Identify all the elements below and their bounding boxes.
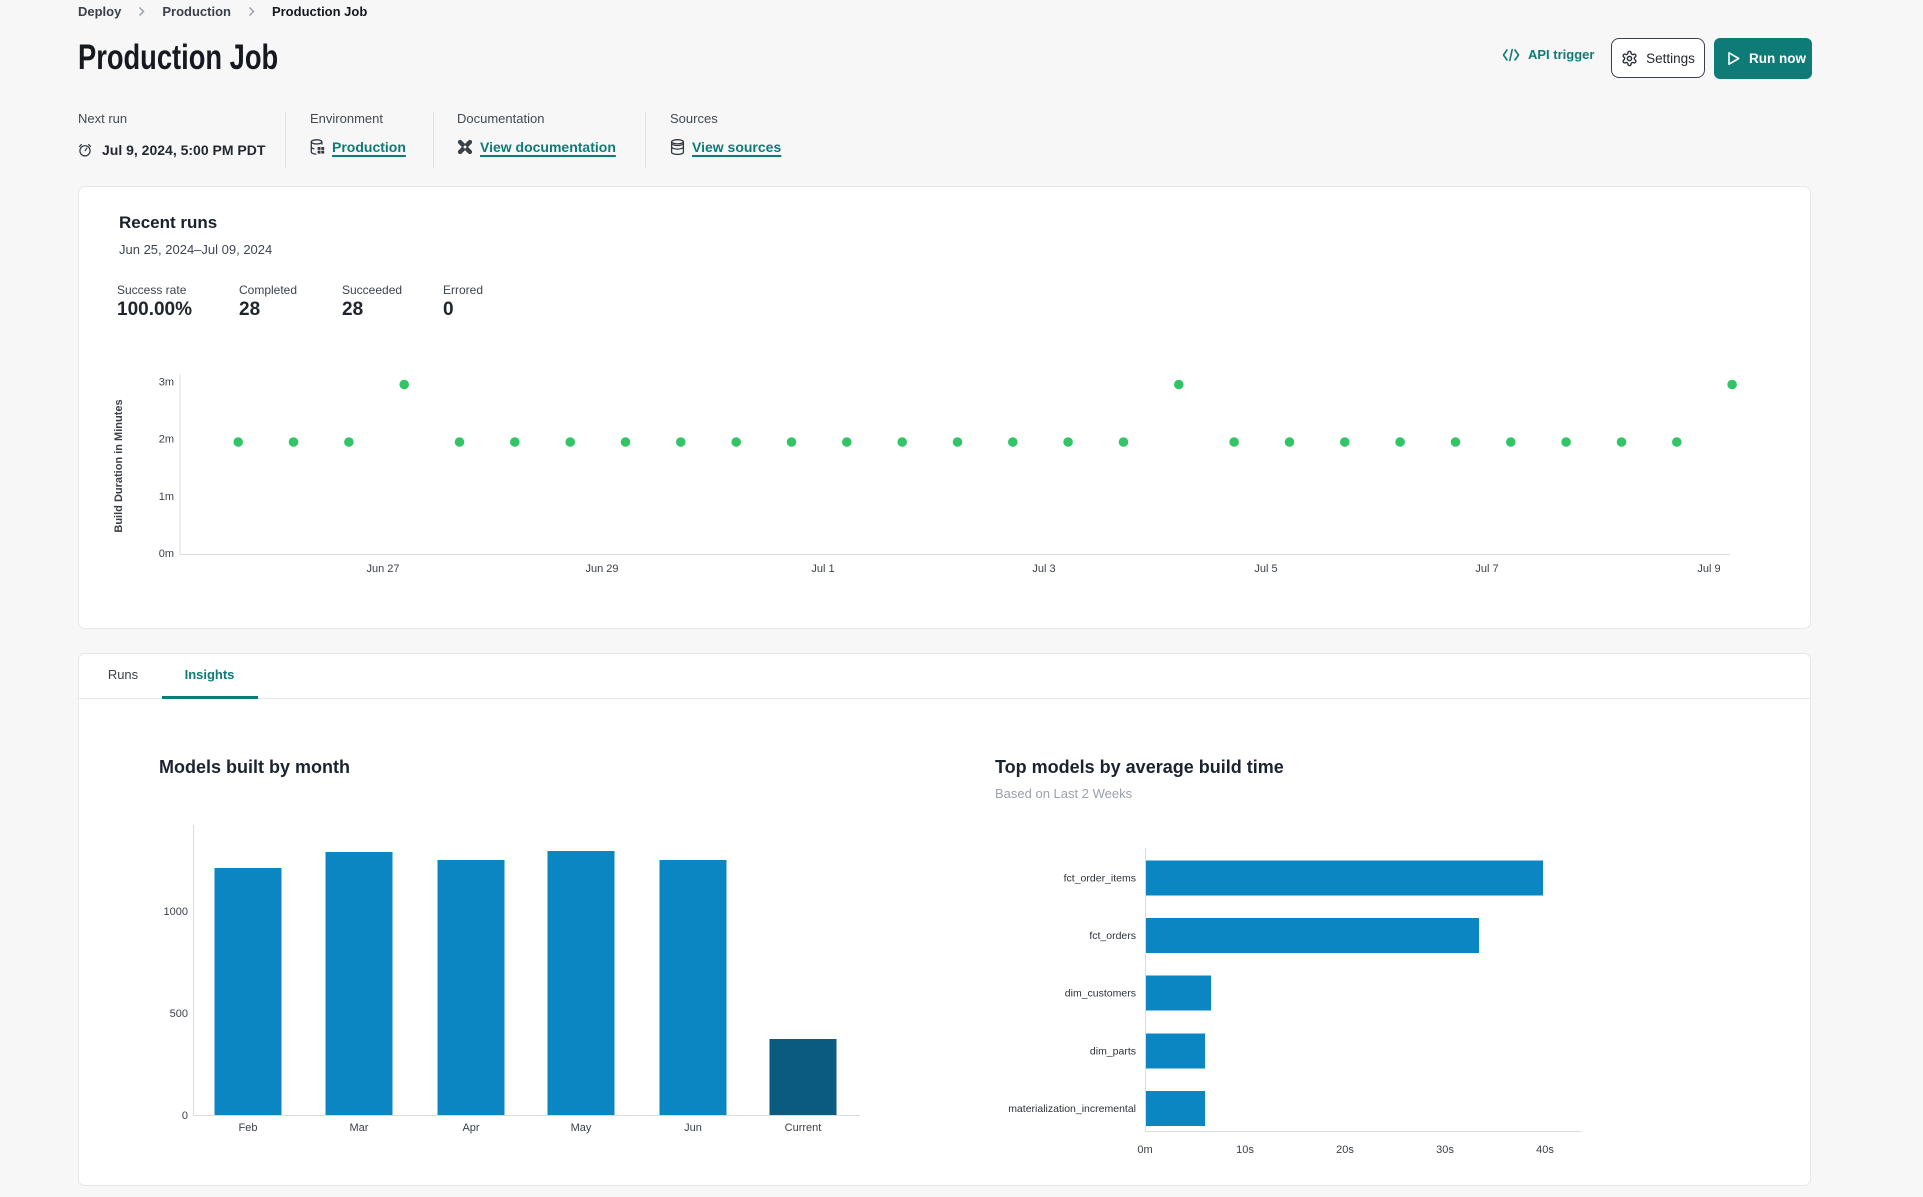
svg-text:Jul 5: Jul 5 [1254,563,1277,575]
svg-text:dim_parts: dim_parts [1090,1046,1136,1058]
svg-text:1m: 1m [159,491,174,503]
svg-text:0: 0 [182,1110,188,1122]
svg-text:0m: 0m [1137,1144,1152,1156]
svg-text:3m: 3m [159,377,174,389]
svg-text:Mar: Mar [350,1122,369,1134]
svg-text:materialization_incremental: materialization_incremental [1008,1103,1136,1115]
svg-text:500: 500 [170,1008,188,1020]
svg-text:40s: 40s [1536,1144,1554,1156]
svg-text:Apr: Apr [462,1122,479,1134]
svg-text:Build Duration in Minutes: Build Duration in Minutes [113,399,125,532]
svg-text:Jun 27: Jun 27 [366,563,399,575]
svg-text:2m: 2m [159,434,174,446]
svg-text:Jun: Jun [684,1122,702,1134]
svg-text:Jul 1: Jul 1 [811,563,834,575]
svg-text:0m: 0m [159,548,174,560]
svg-text:Feb: Feb [239,1122,258,1134]
svg-text:Jul 3: Jul 3 [1032,563,1055,575]
svg-text:dim_customers: dim_customers [1065,988,1136,1000]
svg-text:1000: 1000 [164,906,188,918]
svg-text:Current: Current [785,1122,822,1134]
svg-text:fct_orders: fct_orders [1089,930,1136,942]
svg-text:10s: 10s [1236,1144,1254,1156]
svg-text:fct_order_items: fct_order_items [1064,873,1136,885]
svg-text:Jul 9: Jul 9 [1697,563,1720,575]
svg-text:Jul 7: Jul 7 [1475,563,1498,575]
svg-text:Jun 29: Jun 29 [585,563,618,575]
svg-text:May: May [571,1122,592,1134]
svg-text:20s: 20s [1336,1144,1354,1156]
svg-text:30s: 30s [1436,1144,1454,1156]
